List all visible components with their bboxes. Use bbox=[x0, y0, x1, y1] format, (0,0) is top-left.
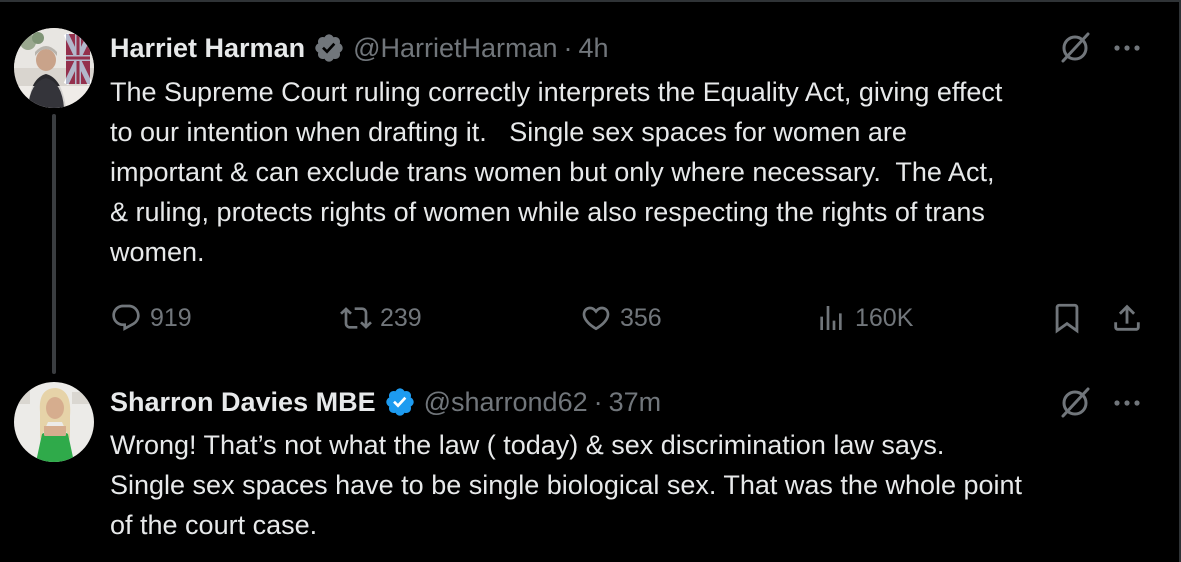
grok-icon[interactable] bbox=[1056, 29, 1094, 67]
tweet-text: Wrong! That’s not what the law ( today) … bbox=[110, 430, 1023, 540]
heart-icon bbox=[582, 306, 610, 331]
tweet-header: Sharron Davies MBE @sharrond62 · 37m bbox=[110, 384, 661, 420]
action-bar: 919 239 356 160K bbox=[0, 294, 1181, 342]
like-button[interactable]: 356 bbox=[580, 294, 662, 342]
avatar[interactable] bbox=[14, 28, 94, 108]
bookmark-button[interactable] bbox=[1048, 294, 1086, 342]
reply-button[interactable]: 919 bbox=[110, 294, 192, 342]
grok-icon[interactable] bbox=[1056, 384, 1094, 422]
author-handle[interactable]: @HarrietHarman bbox=[353, 33, 557, 64]
tweet-header: Harriet Harman @HarrietHarman · 4h bbox=[110, 30, 609, 66]
author-name[interactable]: Sharron Davies MBE bbox=[110, 387, 376, 418]
author-handle[interactable]: @sharrond62 bbox=[424, 387, 588, 418]
share-button[interactable] bbox=[1108, 294, 1146, 342]
views-icon bbox=[820, 306, 842, 330]
timestamp[interactable]: 4h bbox=[579, 33, 609, 64]
views-count: 160K bbox=[855, 303, 914, 332]
tweet-text: The Supreme Court ruling correctly inter… bbox=[110, 77, 1003, 267]
reply-count: 919 bbox=[150, 303, 192, 332]
views-button[interactable]: 160K bbox=[815, 294, 913, 342]
separator-dot: · bbox=[563, 32, 573, 63]
avatar[interactable] bbox=[14, 382, 94, 462]
repost-icon bbox=[340, 307, 372, 329]
timestamp[interactable]: 37m bbox=[609, 387, 662, 418]
like-count: 356 bbox=[620, 303, 662, 332]
verified-badge-icon bbox=[313, 32, 345, 64]
repost-count: 239 bbox=[380, 303, 422, 332]
verified-badge-icon bbox=[384, 386, 416, 418]
tweet-sharron-davies[interactable]: Sharron Davies MBE @sharrond62 · 37m Wro… bbox=[0, 365, 1181, 562]
bookmark-icon bbox=[1055, 303, 1079, 334]
tweet-harriet-harman[interactable]: Harriet Harman @HarrietHarman · 4h The S… bbox=[0, 0, 1181, 374]
share-icon bbox=[1114, 304, 1140, 331]
repost-button[interactable]: 239 bbox=[340, 294, 422, 342]
separator-dot: · bbox=[593, 386, 603, 417]
more-icon[interactable] bbox=[1110, 31, 1144, 65]
author-name[interactable]: Harriet Harman bbox=[110, 33, 305, 64]
more-icon[interactable] bbox=[1110, 386, 1144, 420]
reply-icon bbox=[112, 304, 140, 331]
